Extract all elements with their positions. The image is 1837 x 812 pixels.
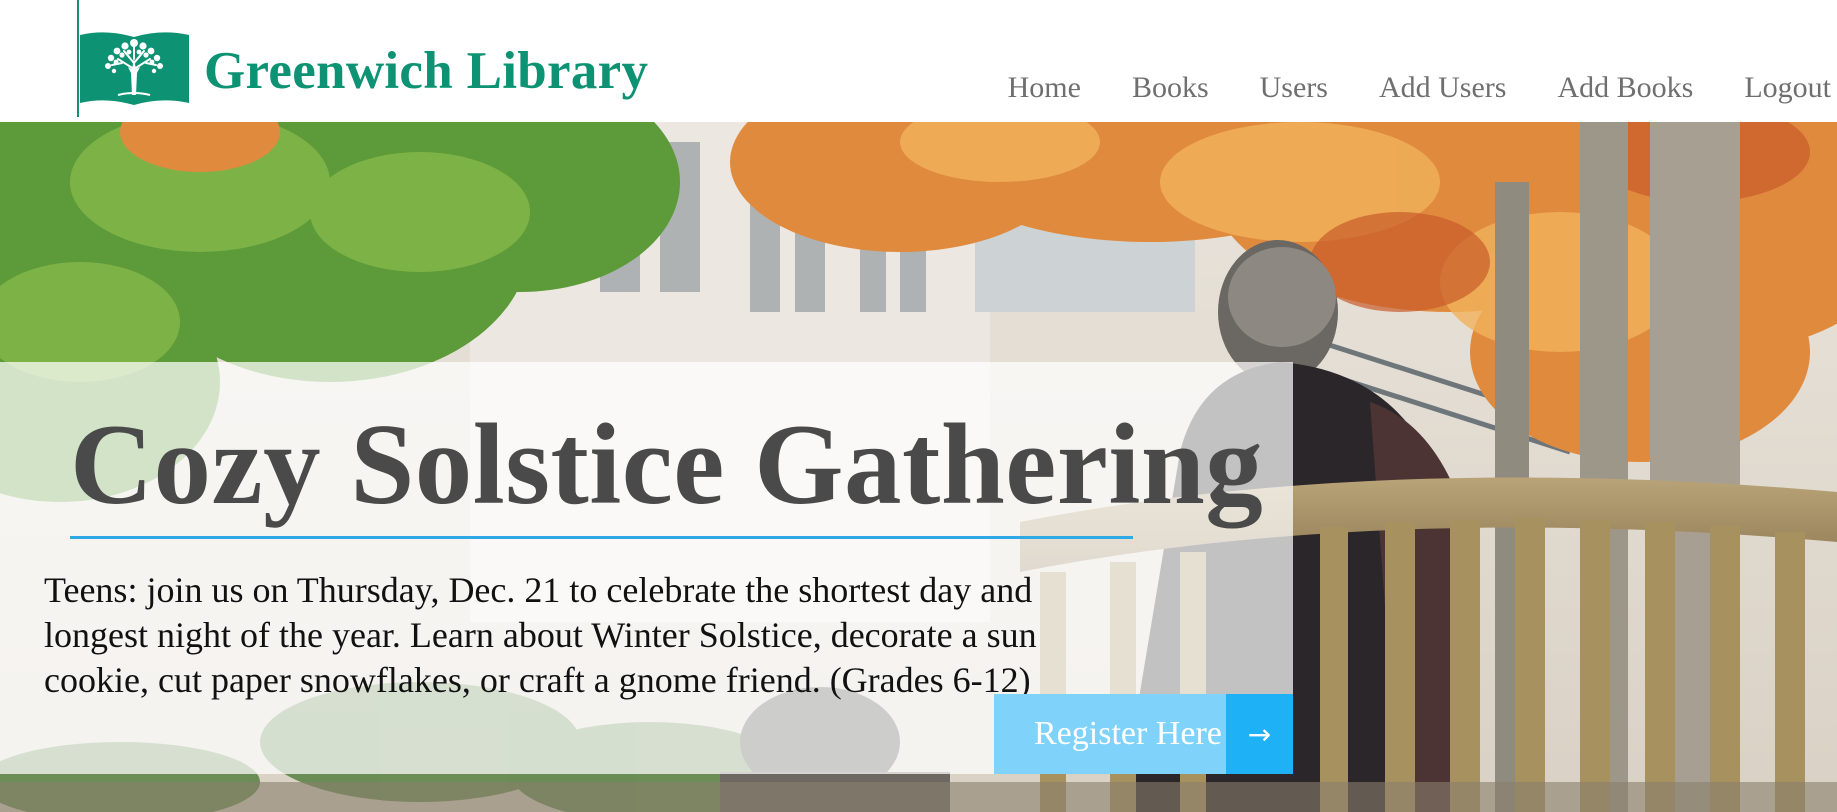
nav-home-link[interactable]: Home xyxy=(957,68,1081,108)
nav-add-users-link[interactable]: Add Users xyxy=(1328,68,1507,108)
register-button-label: Register Here xyxy=(1034,715,1222,752)
event-description: Teens: join us on Thursday, Dec. 21 to c… xyxy=(44,570,1037,700)
event-title: Cozy Solstice Gathering xyxy=(70,401,1264,528)
arrow-right-icon: → xyxy=(1226,694,1293,774)
site-header: Greenwich Library Home Books Users Add U… xyxy=(0,0,1837,122)
open-book-tree-icon[interactable] xyxy=(78,29,191,108)
nav-users-link[interactable]: Users xyxy=(1209,68,1328,108)
title-underline xyxy=(70,536,1133,539)
nav-books-link[interactable]: Books xyxy=(1081,68,1209,108)
nav-logout-link[interactable]: Logout xyxy=(1693,68,1831,108)
register-button[interactable]: Register Here → xyxy=(994,694,1293,774)
page: Greenwich Library Home Books Users Add U… xyxy=(0,0,1837,812)
nav-add-books-link[interactable]: Add Books xyxy=(1506,68,1693,108)
main-nav: Home Books Users Add Users Add Books Log… xyxy=(957,68,1831,108)
hero-banner: Cozy Solstice Gathering Teens: join us o… xyxy=(0,122,1837,812)
site-title[interactable]: Greenwich Library xyxy=(204,40,648,102)
